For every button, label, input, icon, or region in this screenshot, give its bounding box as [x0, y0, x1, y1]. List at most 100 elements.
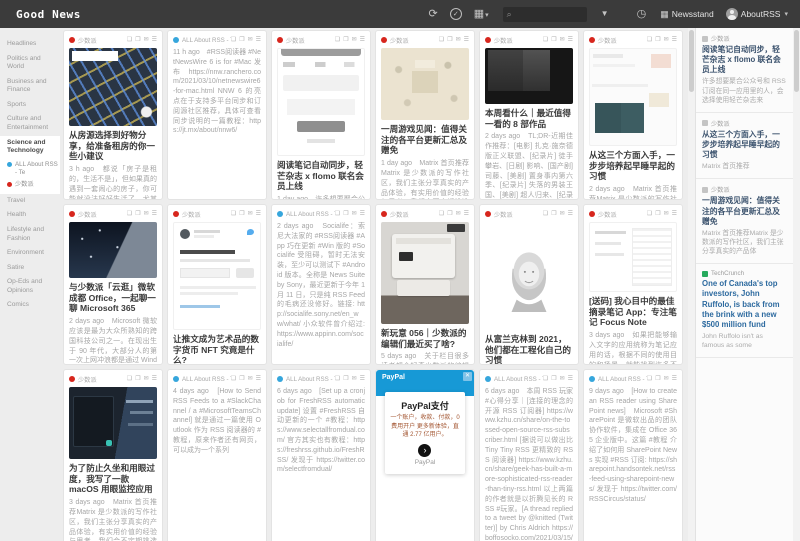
article-card[interactable]: 少数派 ❏ ❐ ✉ ☰ 新玩意 056｜少数派的编辑们最近买了啥? 5 days ag… — [375, 204, 475, 365]
layout-icon[interactable]: ▦▾ — [474, 8, 489, 20]
menu-icon[interactable]: ☰ — [568, 37, 573, 43]
mail-icon[interactable]: ✉ — [560, 37, 565, 43]
bookmark-icon[interactable]: ❏ — [231, 211, 236, 217]
share-icon[interactable]: ❐ — [135, 211, 140, 217]
bookmark-icon[interactable]: ❏ — [335, 211, 340, 217]
mail-icon[interactable]: ✉ — [248, 211, 253, 217]
share-icon[interactable]: ❐ — [135, 37, 140, 43]
article-card[interactable]: 少数派 ❏ ❐ ✉ ☰ 阅读笔记自动同步，轻芒杂志 x flomo 联名会员上线 1 … — [271, 30, 371, 200]
bookmark-icon[interactable]: ❏ — [335, 376, 340, 382]
article-card[interactable]: 少数派 ❏ ❐ ✉ ☰ [送码] 我心目中的最佳摘录笔记 App：专注笔记 Focus… — [583, 204, 683, 365]
mail-icon[interactable]: ✉ — [352, 37, 357, 43]
sidebar-item-comics[interactable]: Comics — [0, 298, 60, 313]
share-icon[interactable]: ❐ — [447, 211, 452, 217]
mail-icon[interactable]: ✉ — [248, 376, 253, 382]
menu-icon[interactable]: ☰ — [152, 211, 157, 217]
article-card[interactable]: 少数派 ❏❐✉☰ 从富兰克林到 2021，他们都在工程化自己的习惯 3 days… — [479, 204, 579, 365]
share-icon[interactable]: ❐ — [551, 37, 556, 43]
article-card[interactable]: ALL About RSS - Teleg ❏❐ ✉☰ 11 h ago #RSS… — [167, 30, 267, 200]
bookmark-icon[interactable]: ❏ — [127, 37, 132, 43]
sidebar-feed-all-about-rss[interactable]: ALL About RSS - Te — [0, 159, 60, 179]
share-icon[interactable]: ❐ — [655, 376, 660, 382]
mail-icon[interactable]: ✉ — [560, 211, 565, 217]
bookmark-icon[interactable]: ❏ — [543, 211, 548, 217]
mark-all-read-icon[interactable]: ✓ — [449, 8, 462, 20]
panel-scrollbar-thumb[interactable] — [794, 30, 799, 92]
menu-icon[interactable]: ☰ — [256, 37, 261, 43]
sidebar-item-science-and-technology[interactable]: Science and Technology — [0, 136, 60, 159]
sidebar-item-op-eds-and-opinions[interactable]: Op-Eds and Opinions — [0, 275, 60, 298]
mail-icon[interactable]: ✉ — [456, 37, 461, 43]
sidebar-item-politics-and-world[interactable]: Politics and World — [0, 52, 60, 75]
menu-icon[interactable]: ☰ — [464, 37, 469, 43]
share-icon[interactable]: ❐ — [239, 376, 244, 382]
article-card[interactable]: ALL About RSS - Teleg ❏❐ ✉☰ 9 days ago [H… — [583, 369, 683, 541]
user-menu[interactable]: AboutRSS ▾ — [725, 8, 788, 20]
panel-article[interactable]: TechCrunch One of Canada's top investors… — [696, 264, 793, 359]
bookmark-icon[interactable]: ❏ — [231, 376, 236, 382]
article-card[interactable]: 少数派 ❏ ❐ ✉ ☰ 与少数派「云逛」微软成都 Office，一起聊一聊 Micro… — [63, 204, 163, 365]
article-card[interactable]: 少数派 ❏ ❐ ✉ ☰ 本周看什么｜最近值得一看的 8 部作品 2 days ago … — [479, 30, 579, 200]
mail-icon[interactable]: ✉ — [144, 211, 149, 217]
bookmark-icon[interactable]: ❏ — [439, 37, 444, 43]
article-card[interactable]: 少数派 ❏ ❐ ✉ ☰ 从房源选择到好物分享，给准备租房的你一些小建议 3 h ago… — [63, 30, 163, 200]
mail-icon[interactable]: ✉ — [664, 376, 669, 382]
share-icon[interactable]: ❐ — [343, 376, 348, 382]
bookmark-icon[interactable]: ❏ — [335, 37, 340, 43]
search-box[interactable]: ⌕ — [502, 6, 587, 22]
mail-icon[interactable]: ✉ — [144, 37, 149, 43]
mail-icon[interactable]: ✉ — [560, 376, 565, 382]
sidebar-item-health[interactable]: Health — [0, 208, 60, 223]
menu-icon[interactable]: ☰ — [672, 211, 677, 217]
menu-icon[interactable]: ☰ — [672, 37, 677, 43]
share-icon[interactable]: ❐ — [551, 211, 556, 217]
refresh-icon[interactable]: ⟳ — [429, 8, 438, 20]
menu-icon[interactable]: ☰ — [360, 37, 365, 43]
mail-icon[interactable]: ✉ — [248, 37, 253, 43]
article-card[interactable]: ALL About RSS - Teleg ❏❐ ✉☰ 4 days ago [H… — [167, 369, 267, 541]
share-icon[interactable]: ❐ — [239, 37, 244, 43]
mail-icon[interactable]: ✉ — [456, 211, 461, 217]
bookmark-icon[interactable]: ❏ — [439, 211, 444, 217]
article-card[interactable]: 少数派 ❏❐✉☰ 让推文成为艺术品的数字货币 NFT 究竟是什么? 2 days… — [167, 204, 267, 365]
menu-icon[interactable]: ☰ — [568, 211, 573, 217]
menu-icon[interactable]: ☰ — [360, 376, 365, 382]
share-icon[interactable]: ❐ — [655, 211, 660, 217]
panel-article[interactable]: 少数派 从这三个方面入手，一步步培养起早睡早起的习惯 Matrix 首页推荐 — [696, 113, 793, 180]
share-icon[interactable]: ❐ — [135, 376, 140, 382]
bookmark-icon[interactable]: ❏ — [543, 376, 548, 382]
article-card[interactable]: ALL About RSS - Teleg ❏❐ ✉☰ 6 days ago 本周… — [479, 369, 579, 541]
menu-icon[interactable]: ☰ — [152, 37, 157, 43]
mail-icon[interactable]: ✉ — [664, 37, 669, 43]
bookmark-icon[interactable]: ❏ — [543, 37, 548, 43]
share-icon[interactable]: ❐ — [447, 37, 452, 43]
bookmark-icon[interactable]: ❏ — [647, 376, 652, 382]
bookmark-icon[interactable]: ❏ — [127, 376, 132, 382]
sidebar-item-sports[interactable]: Sports — [0, 98, 60, 113]
share-icon[interactable]: ❐ — [343, 211, 348, 217]
panel-article[interactable]: 少数派 阅读笔记自动同步，轻芒杂志 x flomo 联名会员上线 许多想要聚合公… — [696, 28, 793, 113]
menu-icon[interactable]: ☰ — [360, 211, 365, 217]
mail-icon[interactable]: ✉ — [144, 376, 149, 382]
sidebar-feed-sspai[interactable]: 少数派 — [0, 179, 60, 191]
share-icon[interactable]: ❐ — [343, 37, 348, 43]
article-card[interactable]: 少数派 ❏ ❐ ✉ ☰ 为了防止久坐和用眼过度，我写了一款 macOS 用眼监控应用 … — [63, 369, 163, 541]
bookmark-icon[interactable]: ❏ — [647, 37, 652, 43]
mail-icon[interactable]: ✉ — [352, 376, 357, 382]
menu-icon[interactable]: ☰ — [256, 376, 261, 382]
sidebar-item-culture-and-entertainment[interactable]: Culture and Entertainment — [0, 112, 60, 135]
menu-icon[interactable]: ☰ — [152, 376, 157, 382]
mail-icon[interactable]: ✉ — [352, 211, 357, 217]
article-card[interactable]: ALL About RSS - Teleg ❏❐ ✉☰ 6 days ago [S… — [271, 369, 371, 541]
share-icon[interactable]: ❐ — [655, 37, 660, 43]
bookmark-icon[interactable]: ❏ — [127, 211, 132, 217]
bookmark-icon[interactable]: ❏ — [647, 211, 652, 217]
menu-icon[interactable]: ☰ — [464, 211, 469, 217]
menu-icon[interactable]: ☰ — [568, 376, 573, 382]
sidebar-item-environment[interactable]: Environment — [0, 246, 60, 261]
sidebar-item-satire[interactable]: Satire — [0, 261, 60, 276]
menu-icon[interactable]: ☰ — [672, 376, 677, 382]
sidebar-item-travel[interactable]: Travel — [0, 194, 60, 209]
main-scrollbar-thumb[interactable] — [689, 30, 694, 92]
share-icon[interactable]: ❐ — [239, 211, 244, 217]
